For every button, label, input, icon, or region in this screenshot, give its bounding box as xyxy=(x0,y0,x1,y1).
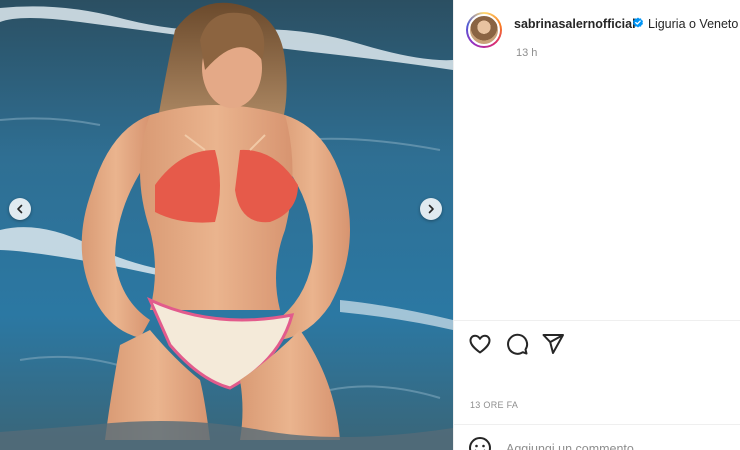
comment-bubble-icon[interactable] xyxy=(505,332,529,356)
post-header: sabrinasalernofficial Liguria o Veneto 1… xyxy=(454,0,740,70)
username-link[interactable]: sabrinasalernofficial xyxy=(514,17,636,31)
emoji-smile-icon[interactable] xyxy=(468,436,492,450)
post-photo xyxy=(0,0,453,450)
post-time[interactable]: 13 h xyxy=(516,47,537,59)
comment-input[interactable] xyxy=(506,440,726,450)
previous-image-button[interactable] xyxy=(9,198,31,220)
post-media[interactable] xyxy=(0,0,453,450)
chevron-left-icon xyxy=(17,204,23,214)
avatar[interactable] xyxy=(466,12,502,48)
avatar-image xyxy=(468,14,500,46)
chevron-right-icon xyxy=(428,204,434,214)
next-image-button[interactable] xyxy=(420,198,442,220)
heart-icon[interactable] xyxy=(468,332,492,356)
post-date-label[interactable]: 13 ORE FA xyxy=(470,400,518,410)
paper-plane-icon[interactable] xyxy=(541,332,565,356)
divider xyxy=(454,320,740,321)
location-link[interactable]: Liguria o Veneto xyxy=(648,17,738,31)
divider xyxy=(454,424,740,425)
verified-badge-icon xyxy=(633,17,643,28)
post-details-panel: sabrinasalernofficial Liguria o Veneto 1… xyxy=(453,0,740,450)
